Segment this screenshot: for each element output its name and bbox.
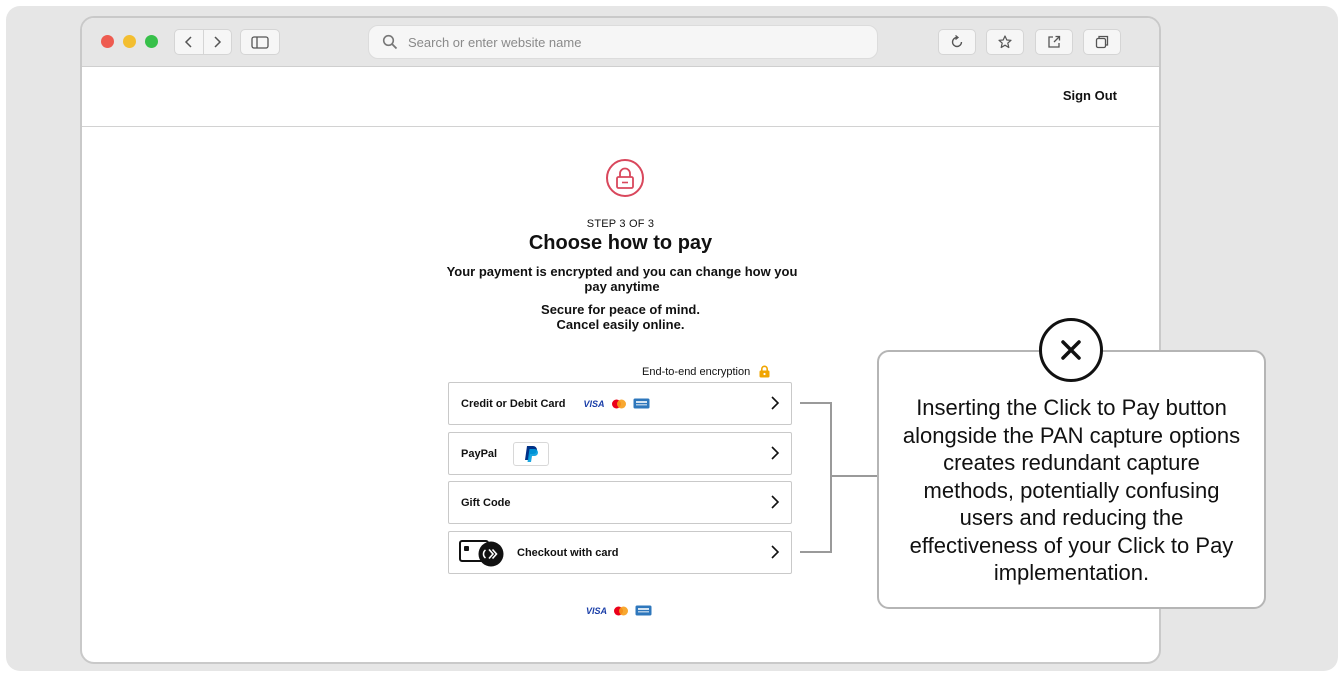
share-button[interactable] (1035, 29, 1073, 55)
payment-option-label: PayPal (461, 447, 498, 460)
card-brand-logos: VISA (584, 398, 650, 409)
secure-lock-badge (606, 159, 644, 197)
forward-button[interactable] (202, 30, 232, 54)
address-input[interactable] (406, 33, 830, 51)
chevron-right-icon (771, 545, 780, 559)
page-title: Choose how to pay (528, 232, 713, 254)
paypal-icon (525, 445, 539, 462)
connector-line (830, 475, 878, 477)
amex-icon (635, 605, 652, 616)
chevron-right-icon (771, 396, 780, 410)
payment-option-paypal[interactable]: PayPal (448, 432, 792, 475)
minimize-window-button[interactable] (123, 35, 136, 48)
sidebar-toggle-button[interactable] (240, 29, 280, 55)
forward-icon (214, 36, 222, 48)
paypal-logo (513, 441, 550, 466)
payment-option-label: Checkout with card (517, 546, 619, 559)
chevron-right-icon (771, 495, 780, 509)
footer-card-logos: VISA (586, 605, 652, 616)
encryption-label: End-to-end encryption (642, 365, 751, 378)
payment-option-label: Gift Code (461, 496, 511, 509)
search-icon (382, 34, 398, 50)
click-to-pay-icon (459, 539, 504, 566)
encryption-lock-icon (759, 365, 770, 378)
annotation-callout: Inserting the Click to Pay button alongs… (877, 350, 1266, 609)
padlock-icon (616, 167, 634, 189)
page-subtitle: Your payment is encrypted and you can ch… (446, 264, 798, 294)
visa-logo: VISA (586, 605, 608, 616)
payment-option-click-to-pay[interactable]: Checkout with card (448, 531, 792, 574)
bookmark-star-icon (998, 35, 1012, 49)
secure-message: Secure for peace of mind. Cancel easily … (82, 302, 1159, 332)
amex-icon (633, 398, 650, 409)
zoom-window-button[interactable] (145, 35, 158, 48)
connector-line (830, 402, 832, 553)
step-indicator: STEP 3 OF 3 (586, 218, 655, 230)
sign-out-link[interactable]: Sign Out (1063, 88, 1117, 103)
encryption-note: End-to-end encryption (642, 365, 770, 378)
browser-toolbar (82, 18, 1159, 67)
site-header: Sign Out (82, 67, 1159, 127)
tabs-overview-button[interactable] (1083, 29, 1121, 55)
visa-logo: VISA (583, 398, 605, 409)
secure-line-2: Cancel easily online. (556, 317, 685, 332)
close-window-button[interactable] (101, 35, 114, 48)
tabs-icon (1095, 35, 1109, 49)
mastercard-icon (614, 606, 629, 615)
connector-line (800, 551, 832, 553)
close-x-icon (1061, 340, 1081, 360)
nav-button-group (174, 29, 232, 55)
bookmark-button[interactable] (986, 29, 1024, 55)
payment-option-label: Credit or Debit Card (461, 397, 566, 410)
payment-option-gift-code[interactable]: Gift Code (448, 481, 792, 524)
back-icon (184, 36, 192, 48)
address-bar[interactable] (368, 25, 878, 59)
payment-option-card[interactable]: Credit or Debit Card VISA (448, 382, 792, 425)
reload-button[interactable] (938, 29, 976, 55)
sidebar-icon (251, 35, 269, 49)
mastercard-icon (611, 399, 626, 408)
callout-badge (1039, 318, 1103, 382)
secure-line-1: Secure for peace of mind. (541, 302, 700, 317)
reload-icon (951, 35, 963, 48)
back-button[interactable] (175, 30, 203, 54)
callout-text: Inserting the Click to Pay button alongs… (902, 395, 1241, 585)
chevron-right-icon (771, 446, 780, 460)
share-icon (1048, 35, 1061, 48)
connector-line (800, 402, 832, 404)
